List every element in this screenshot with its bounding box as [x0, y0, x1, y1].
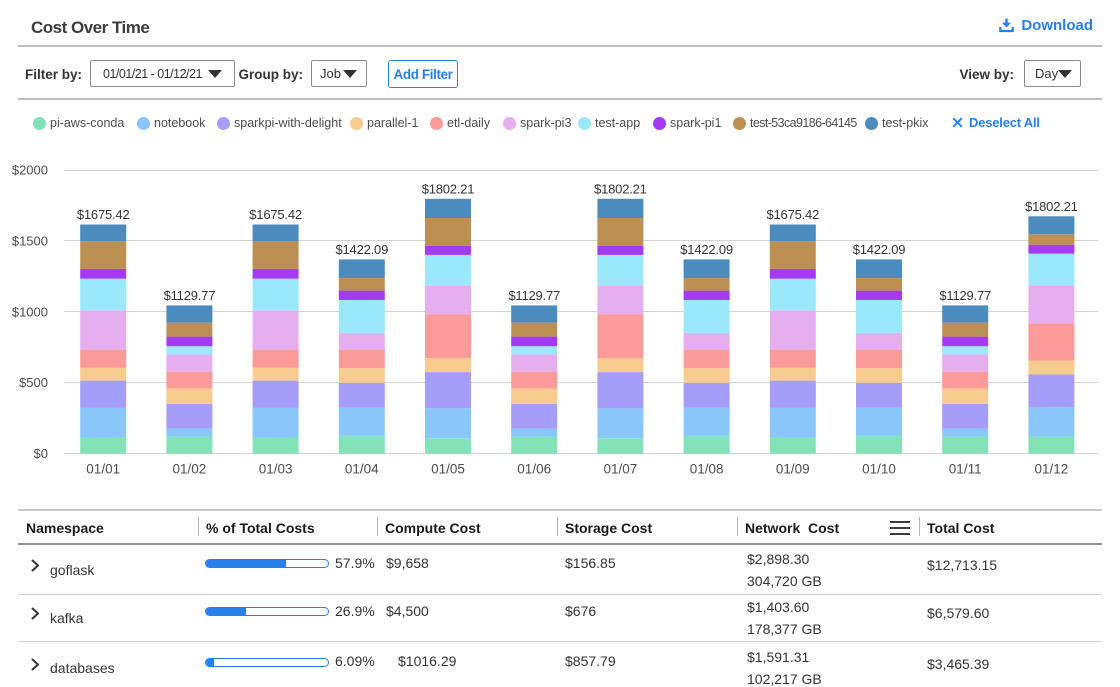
- svg-text:01/06: 01/06: [517, 462, 551, 477]
- svg-text:$1802.21: $1802.21: [422, 181, 475, 196]
- svg-text:$1422.09: $1422.09: [853, 242, 906, 257]
- svg-text:$1802.21: $1802.21: [594, 181, 647, 196]
- svg-text:$1675.42: $1675.42: [77, 207, 130, 222]
- svg-text:$1675.42: $1675.42: [766, 207, 819, 222]
- svg-text:$1802.21: $1802.21: [1025, 199, 1078, 214]
- svg-text:01/03: 01/03: [259, 462, 293, 477]
- svg-text:01/12: 01/12: [1035, 462, 1069, 477]
- svg-text:$1000: $1000: [12, 304, 48, 319]
- svg-text:$500: $500: [19, 375, 48, 390]
- svg-text:$1129.77: $1129.77: [508, 288, 560, 303]
- svg-text:$1500: $1500: [12, 233, 48, 248]
- svg-text:01/11: 01/11: [949, 462, 982, 477]
- svg-text:01/10: 01/10: [862, 462, 896, 477]
- svg-text:$2000: $2000: [12, 163, 48, 178]
- svg-text:$1675.42: $1675.42: [249, 207, 302, 222]
- svg-text:01/09: 01/09: [776, 462, 810, 477]
- svg-text:01/08: 01/08: [690, 462, 724, 477]
- svg-text:01/04: 01/04: [345, 462, 379, 477]
- svg-text:$1422.09: $1422.09: [680, 242, 733, 257]
- svg-text:$1129.77: $1129.77: [939, 288, 991, 303]
- svg-text:$1422.09: $1422.09: [335, 242, 388, 257]
- svg-text:01/05: 01/05: [431, 462, 465, 477]
- svg-text:01/01: 01/01: [86, 462, 120, 477]
- svg-text:$1129.77: $1129.77: [164, 288, 216, 303]
- svg-text:$0: $0: [34, 446, 48, 461]
- svg-text:01/07: 01/07: [604, 462, 638, 477]
- svg-text:01/02: 01/02: [173, 462, 207, 477]
